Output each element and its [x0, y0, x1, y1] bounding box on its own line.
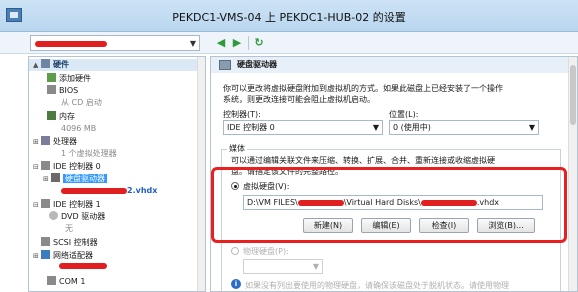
edit-button[interactable]: 编辑(E): [361, 218, 411, 233]
tree-header-hardware[interactable]: ▲ 硬件: [29, 59, 205, 71]
collapse-icon[interactable]: ⊟: [33, 199, 41, 211]
processor-icon: [41, 136, 50, 145]
toolbar-separator: [248, 36, 249, 50]
note-text: 如果没有列出要使用的物理硬盘，请确保该磁盘处于脱机状态。请使用物理: [245, 281, 509, 290]
expand-icon[interactable]: ⊞: [33, 250, 41, 262]
add-hardware-icon: [47, 73, 56, 82]
tree-item-ide0[interactable]: ⊟ IDE 控制器 0: [33, 161, 101, 173]
physical-disk-label: 物理硬盘(P):: [243, 247, 289, 256]
tree-item-hard-drive[interactable]: ⊞ 硬盘驱动器: [43, 173, 107, 185]
section-header: 硬盘驱动器: [211, 57, 577, 73]
new-button[interactable]: 新建(N): [303, 218, 353, 233]
dvd-icon: [49, 211, 58, 220]
tree-sub-hard-drive-file: 2.vhdx: [61, 185, 157, 197]
tree-item-label: 硬盘驱动器: [63, 174, 107, 183]
panel-scrollbar[interactable]: [568, 57, 577, 291]
inspect-button[interactable]: 检查(I): [419, 218, 469, 233]
physical-disk-select[interactable]: ▼: [243, 259, 323, 274]
redacted-path-segment: [297, 199, 344, 206]
ide-controller-icon: [41, 199, 50, 208]
chevron-down-icon: ▼: [528, 123, 535, 132]
hardware-icon: [41, 59, 50, 68]
back-arrow-icon[interactable]: ◀: [214, 36, 228, 50]
intro-text-line2: 系统，则更改连接可能会阻止虚拟机启动。: [223, 95, 375, 104]
vhd-path-prefix: D:\VM FILES\: [247, 198, 298, 207]
tree-item-memory[interactable]: 内存: [47, 111, 75, 123]
media-label: 媒体: [227, 143, 247, 154]
chevron-down-icon: ▼: [312, 262, 319, 271]
window-title: PEKDC1-VMS-04 上 PEKDC1-HUB-02 的设置: [172, 11, 406, 24]
tree-item-bios[interactable]: BIOS: [47, 85, 78, 97]
vhd-radio[interactable]: [231, 182, 239, 190]
controller-select[interactable]: IDE 控制器 0 ▼: [223, 120, 383, 135]
media-desc-line1: 可以通过编辑关联文件来压缩、转换、扩展、合并、重新连接或收缩虚拟硬: [231, 156, 495, 165]
tree-item-label: 添加硬件: [59, 74, 91, 83]
tree-header-label: 硬件: [53, 60, 69, 69]
info-icon: i: [231, 279, 241, 289]
chevron-down-icon: ▼: [372, 123, 379, 132]
vhd-radio-label: 虚拟硬盘(V):: [243, 182, 290, 191]
network-adapter-icon: [41, 250, 50, 259]
expand-icon[interactable]: ⊞: [33, 136, 41, 148]
vm-selector-dropdown[interactable]: ▼: [30, 35, 200, 51]
hardware-tree: ▲ 硬件 添加硬件 BIOS 从 CD 启动 内存 4096 MB ⊞ 处理器 1 …: [28, 56, 206, 292]
redacted-network-name: [59, 263, 107, 269]
tree-item-com1[interactable]: COM 1: [47, 276, 85, 288]
tree-item-network[interactable]: ⊞ 网络适配器: [33, 250, 93, 262]
controller-value: IDE 控制器 0: [227, 123, 275, 132]
tree-item-add-hardware[interactable]: 添加硬件: [47, 73, 91, 85]
tree-item-label: BIOS: [59, 86, 79, 95]
ide-controller-icon: [41, 161, 50, 170]
hard-drive-icon: [219, 60, 231, 70]
tree-sub-bios: 从 CD 启动: [61, 98, 102, 107]
tree-scrollbar[interactable]: [197, 57, 205, 291]
memory-icon: [47, 111, 56, 120]
location-label: 位置(L):: [389, 110, 419, 119]
scrollbar-thumb[interactable]: [570, 65, 576, 125]
settings-panel: 硬盘驱动器 你可以更改将虚拟硬盘附加到虚拟机的方式。如果此磁盘上已经安装了一个操…: [210, 56, 578, 292]
tree-item-label: SCSI 控制器: [53, 238, 98, 247]
expand-icon[interactable]: ⊞: [43, 173, 51, 185]
collapse-icon[interactable]: ▲: [33, 59, 41, 71]
redacted-path-segment: [420, 199, 477, 206]
filename-suffix: 2.vhdx: [127, 186, 158, 195]
forward-arrow-icon[interactable]: ▶: [230, 36, 244, 50]
tree-item-label: IDE 控制器 0: [53, 162, 101, 171]
bios-chip-icon: [47, 85, 56, 94]
chevron-down-icon: ▼: [189, 39, 196, 48]
vhd-path-mid: \Virtual Hard Disks\: [343, 198, 421, 207]
tree-item-ide1[interactable]: ⊟ IDE 控制器 1: [33, 199, 101, 211]
title-bar: PEKDC1-VMS-04 上 PEKDC1-HUB-02 的设置: [0, 0, 578, 32]
scsi-controller-icon: [41, 237, 50, 246]
vhd-path-input[interactable]: D:\VM FILES\ \Virtual Hard Disks\ .vhdx: [243, 195, 543, 210]
vhd-path-suffix: .vhdx: [476, 198, 500, 207]
toolbar: ▼ ◀ ▶ ↻: [0, 32, 578, 54]
redacted-vm-name: [35, 41, 107, 47]
tree-item-label: DVD 驱动器: [61, 212, 106, 221]
physical-disk-radio[interactable]: [231, 247, 239, 255]
com-port-icon: [47, 276, 56, 285]
browse-button[interactable]: 浏览(B)...: [477, 218, 535, 233]
tree-item-label: 网络适配器: [53, 251, 93, 260]
tree-sub-memory: 4096 MB: [61, 124, 97, 133]
tree-item-label: IDE 控制器 1: [53, 200, 101, 209]
tree-item-label: 内存: [59, 112, 75, 121]
tree-item-label: COM 1: [59, 277, 86, 286]
redacted-filename: [61, 187, 127, 194]
tree-sub-dvd: 无: [65, 224, 73, 233]
tree-item-scsi[interactable]: SCSI 控制器: [33, 237, 98, 249]
hard-drive-icon: [51, 173, 60, 182]
refresh-icon[interactable]: ↻: [252, 36, 266, 50]
collapse-icon[interactable]: ⊟: [33, 161, 41, 173]
section-title: 硬盘驱动器: [237, 60, 277, 69]
intro-text-line1: 你可以更改将虚拟硬盘附加到虚拟机的方式。如果此磁盘上已经安装了一个操作: [223, 84, 503, 93]
location-value: 0 (使用中): [393, 123, 431, 132]
controller-label: 控制器(T):: [223, 110, 261, 119]
tree-item-label: 处理器: [53, 137, 77, 146]
tree-sub-processor: 1 个虚拟处理器: [61, 149, 117, 158]
location-select[interactable]: 0 (使用中) ▼: [389, 120, 539, 135]
tree-item-processor[interactable]: ⊞ 处理器: [33, 136, 77, 148]
tree-item-dvd[interactable]: DVD 驱动器: [49, 211, 105, 223]
